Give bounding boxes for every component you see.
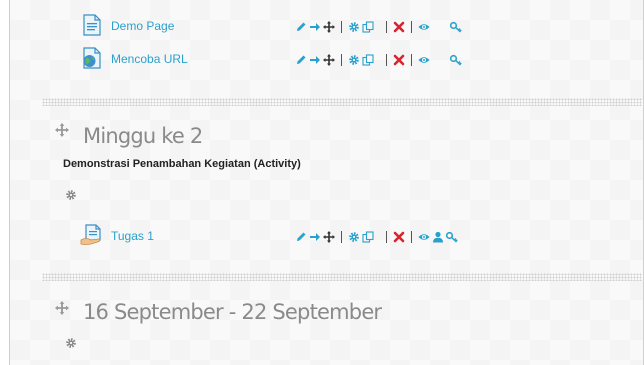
section-move-icon[interactable]: [55, 123, 69, 137]
tool-separator: [411, 21, 412, 33]
activity-link-tugas-1[interactable]: Tugas 1: [111, 229, 154, 243]
section-settings-gear-icon[interactable]: [65, 188, 77, 200]
activity-tools: [294, 229, 459, 245]
page-icon: [82, 14, 102, 41]
gear-icon[interactable]: [347, 230, 361, 244]
move-right-icon[interactable]: [308, 230, 322, 244]
assignment-icon: [80, 224, 104, 251]
move-icon[interactable]: [322, 230, 336, 244]
course-content: Demo Page Mencoba URL Minggu ke 2 Demons…: [9, 0, 644, 365]
edit-title-icon[interactable]: [294, 20, 308, 34]
gear-icon[interactable]: [347, 53, 361, 67]
tool-separator: [386, 21, 387, 33]
roles-key-icon[interactable]: [449, 53, 463, 67]
delete-icon[interactable]: [392, 53, 406, 67]
duplicate-icon[interactable]: [361, 230, 375, 244]
assign-role-user-icon[interactable]: [431, 230, 445, 244]
delete-icon[interactable]: [392, 230, 406, 244]
move-icon[interactable]: [322, 53, 336, 67]
edit-title-icon[interactable]: [294, 230, 308, 244]
activity-tools: [294, 19, 463, 35]
duplicate-icon[interactable]: [361, 53, 375, 67]
section-title: Minggu ke 2: [83, 124, 203, 148]
activity-link-mencoba-url[interactable]: Mencoba URL: [111, 52, 188, 66]
roles-key-icon[interactable]: [449, 20, 463, 34]
section-divider: [42, 98, 642, 106]
activity-tools: [294, 52, 463, 68]
activity-row-demo-page: Demo Page: [10, 14, 643, 38]
tool-separator: [411, 54, 412, 66]
section-summary: Demonstrasi Penambahan Kegiatan (Activit…: [63, 158, 301, 170]
eye-icon[interactable]: [417, 53, 431, 67]
tool-separator: [341, 231, 342, 243]
gear-icon[interactable]: [347, 20, 361, 34]
delete-icon[interactable]: [392, 20, 406, 34]
edit-title-icon[interactable]: [294, 53, 308, 67]
tool-separator: [411, 231, 412, 243]
activity-row-tugas-1: Tugas 1: [10, 224, 643, 248]
tool-separator: [386, 231, 387, 243]
roles-key-icon[interactable]: [445, 230, 459, 244]
section-title: 16 September - 22 September: [83, 300, 382, 324]
tool-separator: [341, 21, 342, 33]
section-move-icon[interactable]: [55, 301, 69, 315]
activity-row-mencoba-url: Mencoba URL: [10, 47, 643, 71]
move-right-icon[interactable]: [308, 53, 322, 67]
section-settings-gear-icon[interactable]: [65, 336, 77, 348]
tool-separator: [341, 54, 342, 66]
section-divider: [42, 273, 642, 281]
eye-icon[interactable]: [417, 230, 431, 244]
url-icon: [82, 47, 102, 74]
move-icon[interactable]: [322, 20, 336, 34]
tool-separator: [386, 54, 387, 66]
duplicate-icon[interactable]: [361, 20, 375, 34]
activity-link-demo-page[interactable]: Demo Page: [111, 19, 174, 33]
move-right-icon[interactable]: [308, 20, 322, 34]
eye-icon[interactable]: [417, 20, 431, 34]
